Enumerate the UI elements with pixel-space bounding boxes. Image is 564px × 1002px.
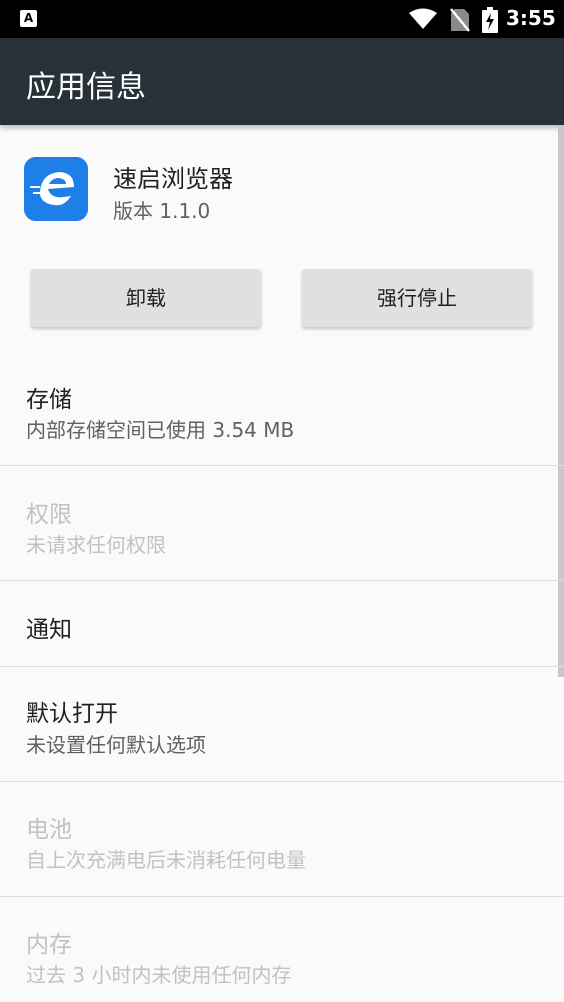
pref-storage[interactable]: 存储 内部存储空间已使用 3.54 MB bbox=[0, 350, 564, 465]
pref-storage-summary: 内部存储空间已使用 3.54 MB bbox=[26, 418, 295, 442]
battery-charging-icon bbox=[482, 7, 498, 33]
pref-memory-title: 内存 bbox=[26, 932, 72, 958]
app-version: 版本 1.1.0 bbox=[113, 199, 211, 223]
pref-memory-summary: 过去 3 小时内未使用任何内存 bbox=[26, 963, 292, 987]
pref-permissions-summary: 未请求任何权限 bbox=[26, 533, 166, 557]
app-header: 速启浏览器 版本 1.1.0 bbox=[0, 125, 564, 245]
force-stop-button[interactable]: 强行停止 bbox=[302, 269, 532, 327]
pref-permissions-title: 权限 bbox=[26, 502, 72, 528]
pref-open-by-default-summary: 未设置任何默认选项 bbox=[26, 733, 206, 757]
clock: 3:55 bbox=[506, 6, 556, 30]
pref-storage-title: 存储 bbox=[26, 387, 72, 413]
pref-open-by-default-title: 默认打开 bbox=[26, 701, 118, 727]
browser-e-icon bbox=[24, 157, 88, 221]
pref-notifications-title: 通知 bbox=[26, 617, 72, 643]
no-sim-icon bbox=[450, 8, 470, 32]
uninstall-button[interactable]: 卸载 bbox=[31, 269, 261, 327]
pref-notifications[interactable]: 通知 bbox=[0, 581, 564, 666]
wifi-icon bbox=[409, 8, 437, 29]
pref-memory[interactable]: 内存 过去 3 小时内未使用任何内存 bbox=[0, 897, 564, 1002]
pref-permissions[interactable]: 权限 未请求任何权限 bbox=[0, 466, 564, 580]
pref-battery[interactable]: 电池 自上次充满电后未消耗任何电量 bbox=[0, 782, 564, 896]
pref-battery-summary: 自上次充满电后未消耗任何电量 bbox=[26, 848, 306, 872]
app-icon bbox=[24, 157, 88, 221]
pref-open-by-default[interactable]: 默认打开 未设置任何默认选项 bbox=[0, 667, 564, 781]
page-title: 应用信息 bbox=[26, 70, 146, 105]
app-name: 速启浏览器 bbox=[113, 165, 233, 193]
notification-a-icon: A bbox=[20, 10, 37, 27]
pref-battery-title: 电池 bbox=[26, 817, 72, 843]
app-bar: 应用信息 bbox=[0, 38, 564, 125]
status-bar: A 3:55 bbox=[0, 0, 564, 38]
